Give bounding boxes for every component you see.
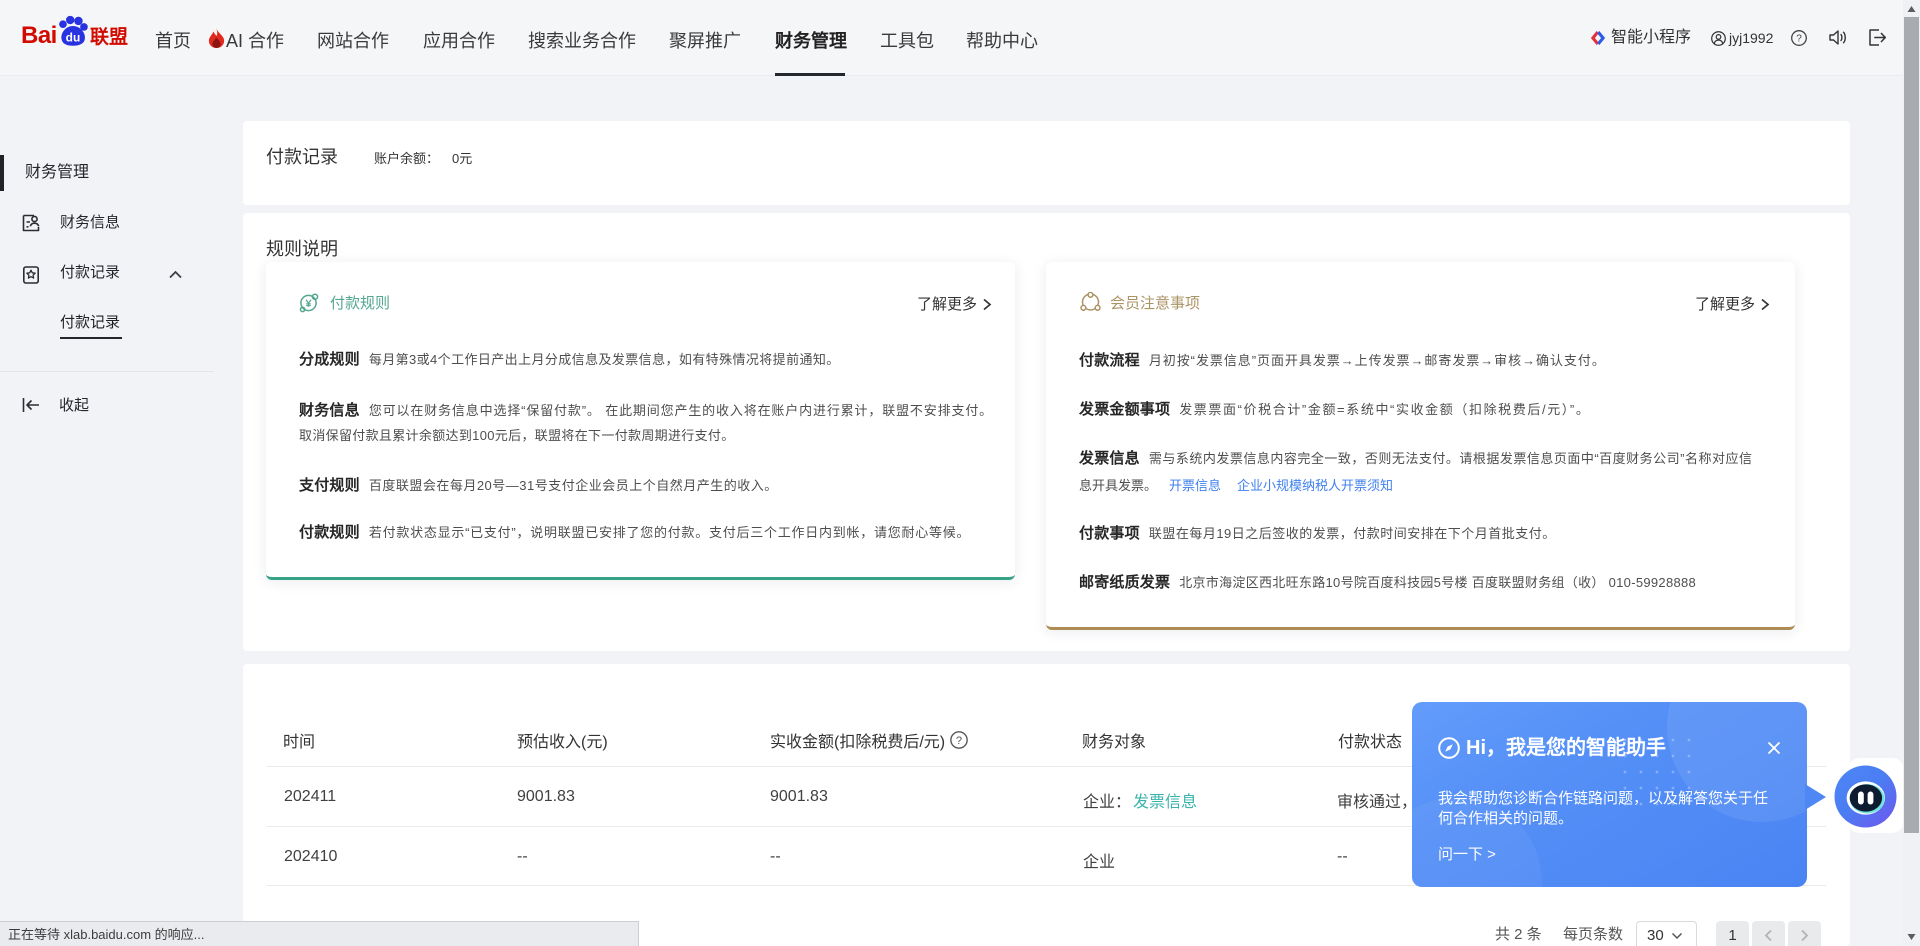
svg-text:du: du [66, 31, 81, 45]
svg-text:?: ? [1796, 34, 1802, 45]
svg-text:?: ? [956, 735, 962, 747]
